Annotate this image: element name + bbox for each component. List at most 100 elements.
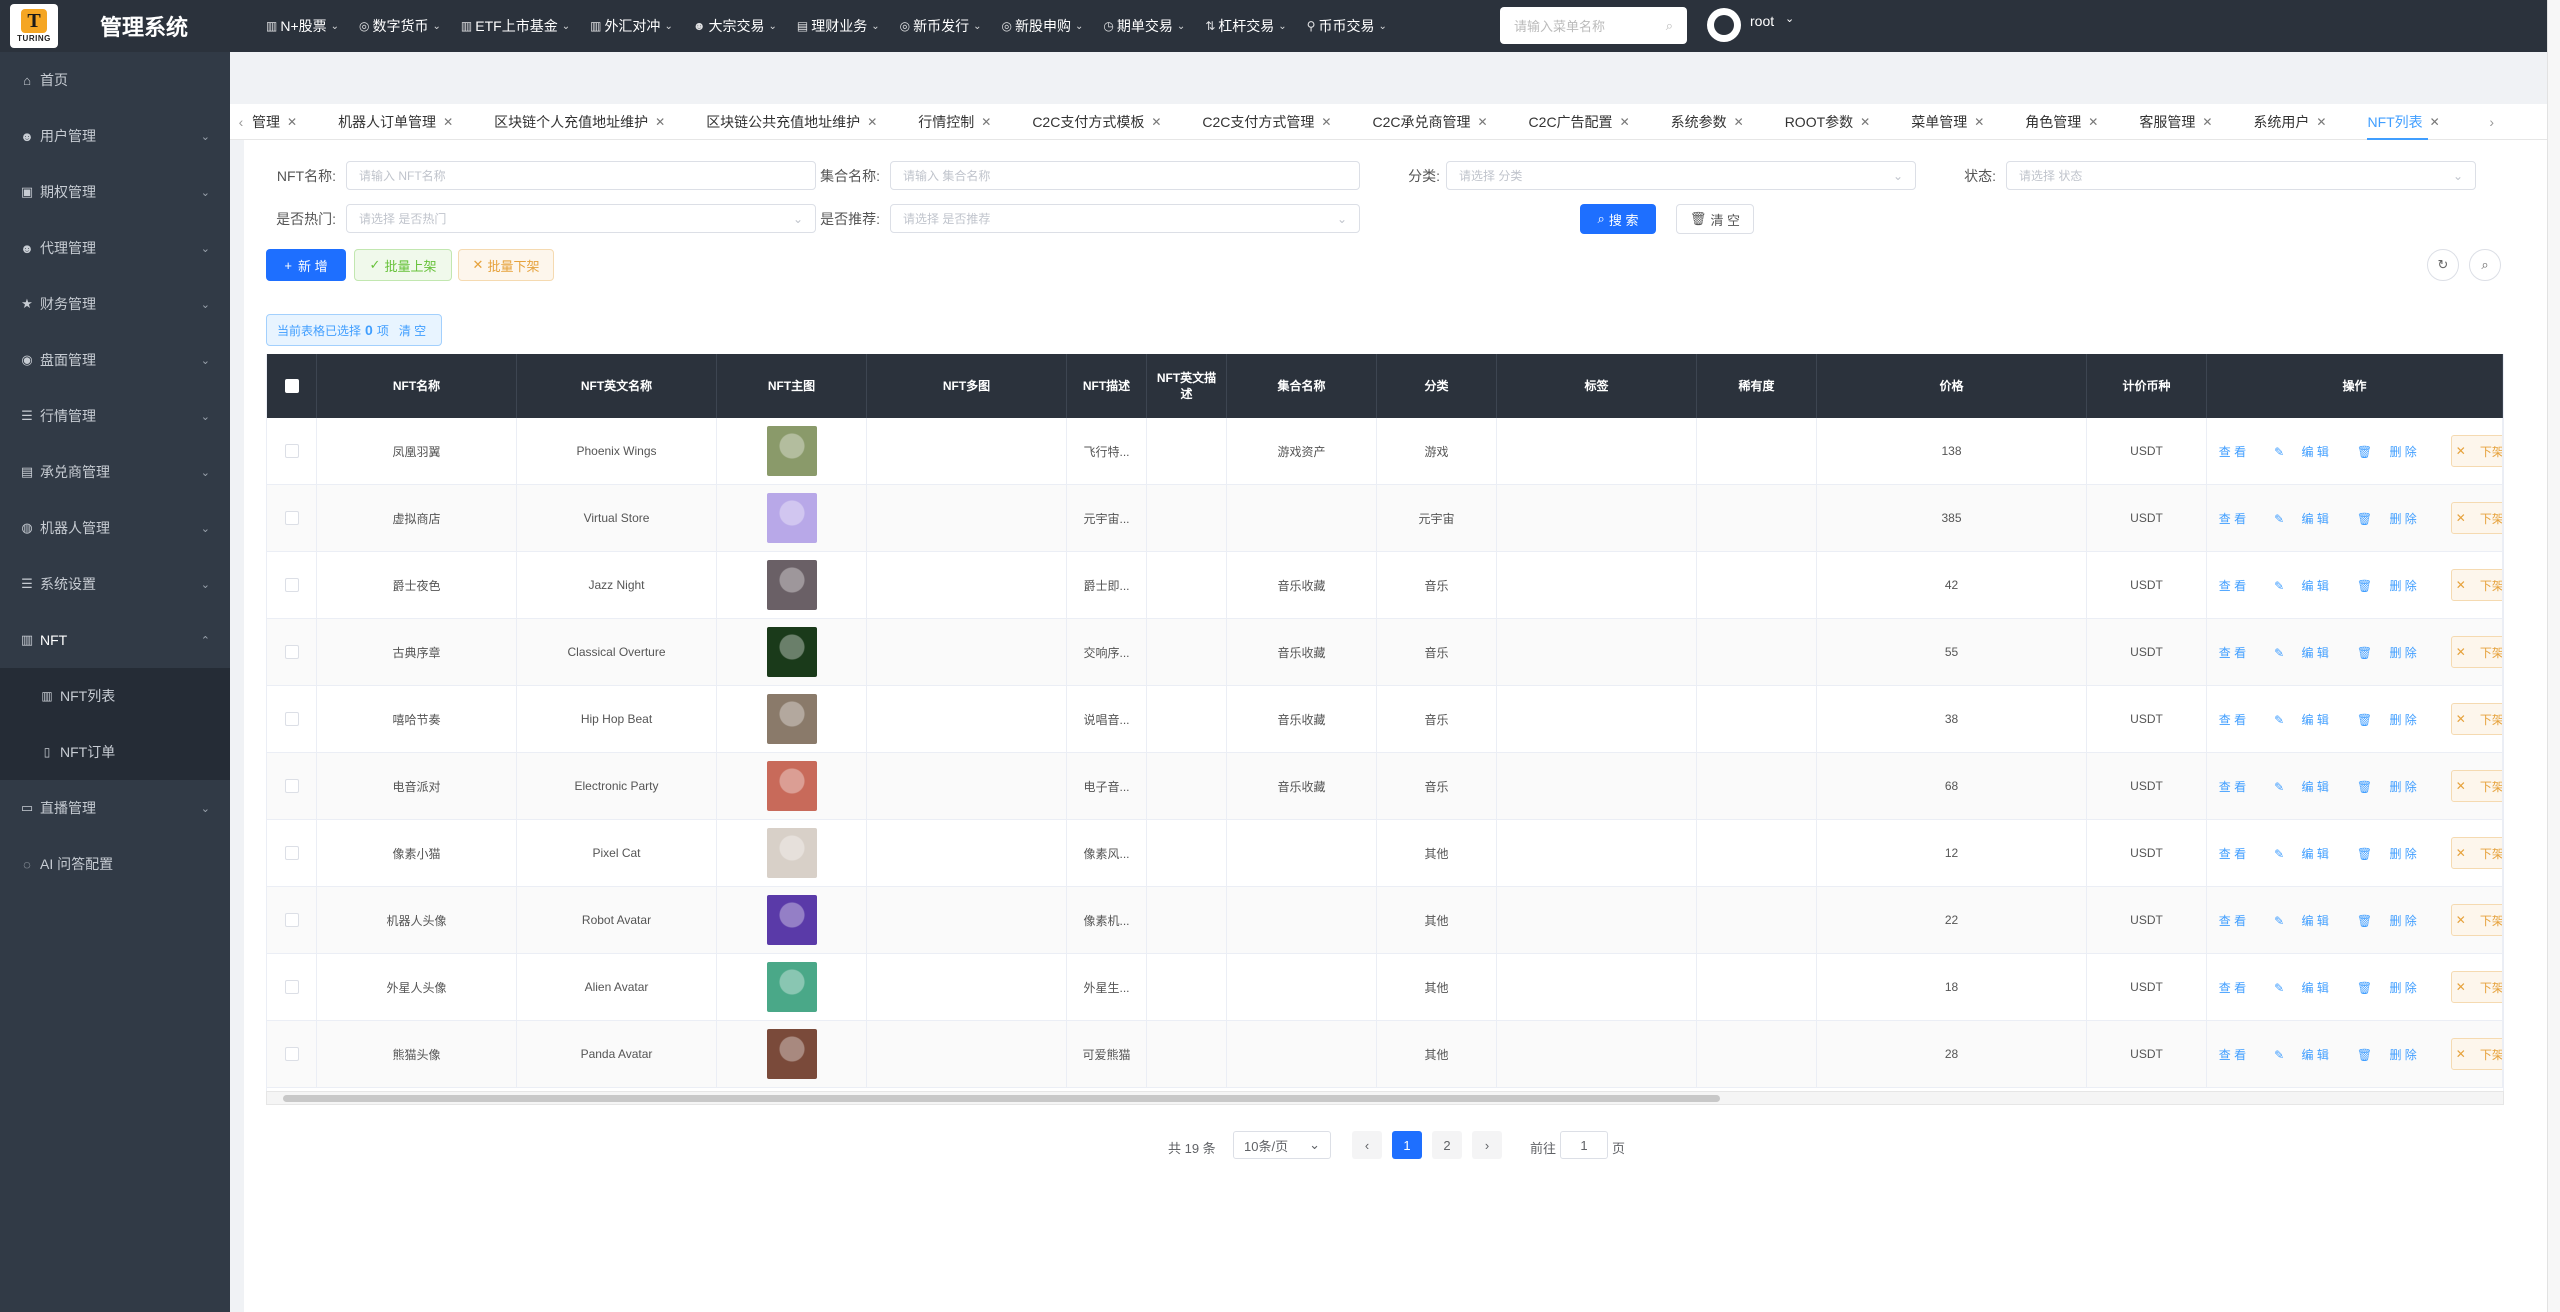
edit-button[interactable]: ✎ 编 辑 xyxy=(2274,778,2343,795)
delete-button[interactable]: 🗑 删 除 xyxy=(2357,510,2431,527)
delete-button[interactable]: 🗑 删 除 xyxy=(2357,845,2431,862)
sidebar-subitem[interactable]: ▯ NFT订单 xyxy=(0,724,230,780)
off-shelf-button[interactable]: ✕ 下架 xyxy=(2450,1038,2502,1070)
edit-button[interactable]: ✎ 编 辑 xyxy=(2274,845,2343,862)
category-select[interactable]: 请选择 分类 ⌄ xyxy=(1446,161,1916,190)
edit-button[interactable]: ✎ 编 辑 xyxy=(2274,443,2343,460)
view-button[interactable]: 👁 查 看 xyxy=(2207,711,2260,728)
nft-thumbnail[interactable] xyxy=(766,627,817,677)
add-button[interactable]: + 新 增 xyxy=(266,249,346,281)
view-button[interactable]: 👁 查 看 xyxy=(2207,577,2260,594)
column-header[interactable]: 操作 xyxy=(2207,354,2503,418)
view-button[interactable]: 👁 查 看 xyxy=(2207,644,2260,661)
view-button[interactable]: 👁 查 看 xyxy=(2207,979,2260,996)
delete-button[interactable]: 🗑 删 除 xyxy=(2357,577,2431,594)
edit-button[interactable]: ✎ 编 辑 xyxy=(2274,1046,2343,1063)
nft-thumbnail[interactable] xyxy=(766,828,817,878)
edit-button[interactable]: ✎ 编 辑 xyxy=(2274,577,2343,594)
delete-button[interactable]: 🗑 删 除 xyxy=(2357,443,2431,460)
edit-button[interactable]: ✎ 编 辑 xyxy=(2274,912,2343,929)
search-toggle-icon[interactable]: ⌕ xyxy=(2469,249,2501,281)
row-checkbox[interactable] xyxy=(284,645,299,659)
tab[interactable]: ROOT参数 ✕ xyxy=(1785,104,1871,140)
edit-button[interactable]: ✎ 编 辑 xyxy=(2274,979,2343,996)
row-checkbox[interactable] xyxy=(284,578,299,592)
nft-thumbnail[interactable] xyxy=(766,694,817,744)
tab[interactable]: 管理 ✕ xyxy=(252,104,297,140)
sidebar-item[interactable]: ▥ NFT ⌃ xyxy=(0,612,230,668)
select-all-checkbox[interactable] xyxy=(284,379,299,393)
nft-thumbnail[interactable] xyxy=(766,426,817,476)
sidebar-item[interactable]: ◉ 盘面管理 ⌄ xyxy=(0,332,230,388)
column-header[interactable]: 标签 xyxy=(1497,354,1697,418)
sidebar-item[interactable]: ★ 财务管理 ⌄ xyxy=(0,276,230,332)
top-menu-item[interactable]: ◎ 新币发行 ⌄ xyxy=(900,16,982,36)
collection-input[interactable]: 请输入 集合名称 xyxy=(890,161,1360,190)
close-icon[interactable]: ✕ xyxy=(981,115,991,129)
view-button[interactable]: 👁 查 看 xyxy=(2207,778,2260,795)
delete-button[interactable]: 🗑 删 除 xyxy=(2357,711,2431,728)
close-icon[interactable]: ✕ xyxy=(2202,115,2212,129)
close-icon[interactable]: ✕ xyxy=(2088,115,2098,129)
batch-off-button[interactable]: ✕ 批量下架 xyxy=(458,249,554,281)
page-number-button[interactable]: 1 xyxy=(1392,1131,1422,1159)
tab[interactable]: C2C支付方式管理 ✕ xyxy=(1202,104,1331,140)
row-checkbox[interactable] xyxy=(284,779,299,793)
sidebar-item[interactable]: ▣ 期权管理 ⌄ xyxy=(0,164,230,220)
avatar[interactable] xyxy=(1707,8,1741,42)
column-header[interactable]: 集合名称 xyxy=(1227,354,1377,418)
page-size-select[interactable]: 10条/页 ⌄ xyxy=(1233,1131,1331,1159)
column-header[interactable]: NFT主图 xyxy=(717,354,867,418)
nft-thumbnail[interactable] xyxy=(766,895,817,945)
tab[interactable]: C2C支付方式模板 ✕ xyxy=(1032,104,1161,140)
sidebar-item[interactable]: ☻ 代理管理 ⌄ xyxy=(0,220,230,276)
delete-button[interactable]: 🗑 删 除 xyxy=(2357,778,2431,795)
view-button[interactable]: 👁 查 看 xyxy=(2207,443,2260,460)
close-icon[interactable]: ✕ xyxy=(2316,115,2326,129)
off-shelf-button[interactable]: ✕ 下架 xyxy=(2450,770,2502,802)
top-menu-item[interactable]: ⚲ 币币交易 ⌄ xyxy=(1307,16,1387,36)
close-icon[interactable]: ✕ xyxy=(867,115,877,129)
off-shelf-button[interactable]: ✕ 下架 xyxy=(2450,502,2502,534)
close-icon[interactable]: ✕ xyxy=(443,115,453,129)
sidebar-item[interactable]: ▭ 直播管理 ⌄ xyxy=(0,780,230,836)
close-icon[interactable]: ✕ xyxy=(1321,115,1331,129)
chevron-down-icon[interactable]: ⌄ xyxy=(1785,12,1794,25)
user-name[interactable]: root xyxy=(1750,13,1774,29)
top-menu-item[interactable]: ▤ 理财业务 ⌄ xyxy=(797,16,880,36)
tab[interactable]: 系统参数 ✕ xyxy=(1671,104,1744,140)
top-menu-item[interactable]: ☻ 大宗交易 ⌄ xyxy=(693,16,777,36)
tab[interactable]: 区块链公共充值地址维护 ✕ xyxy=(706,104,877,140)
sidebar-item[interactable]: ◌ AI 问答配置 xyxy=(0,836,230,892)
menu-search-input[interactable]: 请输入菜单名称 ⌕ xyxy=(1500,7,1687,44)
close-icon[interactable]: ✕ xyxy=(1734,115,1744,129)
column-header[interactable]: 分类 xyxy=(1377,354,1497,418)
tab[interactable]: 区块链个人充值地址维护 ✕ xyxy=(494,104,665,140)
top-menu-item[interactable]: ◎ 新股申购 ⌄ xyxy=(1001,16,1083,36)
close-icon[interactable]: ✕ xyxy=(1477,115,1487,129)
sidebar-item[interactable]: ☻ 用户管理 ⌄ xyxy=(0,108,230,164)
row-checkbox[interactable] xyxy=(284,980,299,994)
search-button[interactable]: ⌕ 搜 索 xyxy=(1580,204,1656,234)
tab[interactable]: 机器人订单管理 ✕ xyxy=(338,104,453,140)
column-header[interactable]: NFT名称 xyxy=(317,354,517,418)
tab[interactable]: C2C广告配置 ✕ xyxy=(1529,104,1630,140)
nft-thumbnail[interactable] xyxy=(766,962,817,1012)
horizontal-scrollbar[interactable] xyxy=(266,1091,2504,1105)
clear-button[interactable]: 🗑 清 空 xyxy=(1676,204,1754,234)
batch-on-button[interactable]: ✓ 批量上架 xyxy=(354,249,452,281)
page-scrollbar[interactable] xyxy=(2547,0,2560,1312)
column-header[interactable]: 价格 xyxy=(1817,354,2087,418)
nft-thumbnail[interactable] xyxy=(766,493,817,543)
tab[interactable]: C2C承兑商管理 ✕ xyxy=(1372,104,1487,140)
edit-button[interactable]: ✎ 编 辑 xyxy=(2274,644,2343,661)
hot-select[interactable]: 请选择 是否热门 ⌄ xyxy=(346,204,816,233)
sidebar-item[interactable]: ☰ 行情管理 ⌄ xyxy=(0,388,230,444)
sidebar-item[interactable]: ◍ 机器人管理 ⌄ xyxy=(0,500,230,556)
column-header[interactable]: 计价币种 xyxy=(2087,354,2207,418)
sidebar-item[interactable]: ☰ 系统设置 ⌄ xyxy=(0,556,230,612)
off-shelf-button[interactable]: ✕ 下架 xyxy=(2450,569,2502,601)
row-checkbox[interactable] xyxy=(284,511,299,525)
tab[interactable]: 系统用户 ✕ xyxy=(2253,104,2326,140)
status-select[interactable]: 请选择 状态 ⌄ xyxy=(2006,161,2476,190)
